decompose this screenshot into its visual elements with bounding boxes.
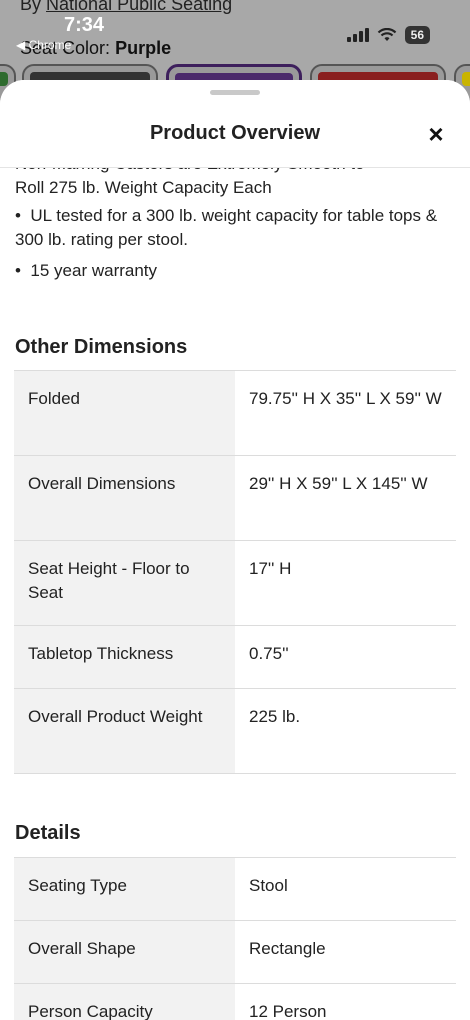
spec-label: Overall Dimensions	[14, 455, 235, 541]
seat-color-value: Purple	[115, 38, 172, 58]
battery-icon: 56	[404, 26, 430, 44]
spec-label: Overall Product Weight	[14, 688, 235, 774]
table-row: Person Capacity 12 Person	[14, 983, 456, 1020]
status-icons: 56	[346, 26, 430, 44]
table-row: Seating Type Stool	[14, 857, 456, 921]
sheet-content[interactable]: Non-Marring Casters are Extremely Smooth…	[0, 168, 470, 1020]
spec-value: Rectangle	[235, 920, 456, 984]
table-row: Overall Shape Rectangle	[14, 920, 456, 984]
details-table: Seating Type Stool Overall Shape Rectang…	[14, 857, 456, 1020]
spec-label: Folded	[14, 370, 235, 456]
close-icon[interactable]: ×	[424, 121, 448, 147]
bullet-dot: •	[15, 206, 31, 225]
table-row: Overall Product Weight 225 lb.	[14, 688, 456, 774]
table-row: Seat Height - Floor to Seat 17'' H	[14, 540, 456, 626]
spec-value: 79.75'' H X 35'' L X 59'' W	[235, 370, 456, 456]
sheet-title: Product Overview	[149, 122, 321, 144]
spec-value: 0.75''	[235, 625, 456, 689]
by-label: By	[20, 0, 42, 14]
list-item: • UL tested for a 300 lb. weight capacit…	[15, 204, 454, 252]
spec-value: 17'' H	[235, 540, 456, 626]
spec-label: Person Capacity	[14, 983, 235, 1020]
partial-bullet-line: Non-Marring Casters are Extremely Smooth…	[15, 168, 454, 176]
other-dimensions-table: Folded 79.75'' H X 35'' L X 59'' W Overa…	[14, 370, 456, 774]
list-item-text: UL tested for a 300 lb. weight capacity …	[15, 206, 438, 249]
spec-label: Seating Type	[14, 857, 235, 921]
spec-label: Tabletop Thickness	[14, 625, 235, 689]
status-time: 7:34	[64, 14, 105, 36]
bullet-dot: •	[15, 261, 31, 280]
section-title-details: Details	[15, 822, 81, 844]
spec-label: Overall Shape	[14, 920, 235, 984]
spec-value: Stool	[235, 857, 456, 921]
sheet-grabber-handle[interactable]	[210, 90, 260, 95]
sheet-header: Product Overview ×	[0, 80, 470, 168]
feature-list: Non-Marring Casters are Extremely Smooth…	[15, 168, 454, 283]
cellular-signal-icon	[346, 28, 369, 42]
section-title-other-dimensions: Other Dimensions	[15, 336, 188, 358]
spec-value: 225 lb.	[235, 688, 456, 774]
spec-value: 29'' H X 59'' L X 145'' W	[235, 455, 456, 541]
list-item-text: 15 year warranty	[30, 261, 158, 280]
wifi-icon	[377, 28, 396, 41]
back-to-app-link[interactable]: ◀ Chrome	[16, 38, 71, 52]
table-row: Tabletop Thickness 0.75''	[14, 625, 456, 689]
brand-line: By National Public Seating	[20, 0, 232, 15]
partial-bullet-line: Roll 275 lb. Weight Capacity Each	[15, 178, 272, 197]
table-row: Overall Dimensions 29'' H X 59'' L X 145…	[14, 455, 456, 541]
brand-link[interactable]: National Public Seating	[46, 0, 232, 14]
product-overview-sheet: Product Overview × Non-Marring Casters a…	[0, 80, 470, 1020]
list-item: • 15 year warranty	[15, 259, 454, 283]
spec-value: 12 Person	[235, 983, 456, 1020]
table-row: Folded 79.75'' H X 35'' L X 59'' W	[14, 370, 456, 456]
spec-label: Seat Height - Floor to Seat	[14, 540, 235, 626]
